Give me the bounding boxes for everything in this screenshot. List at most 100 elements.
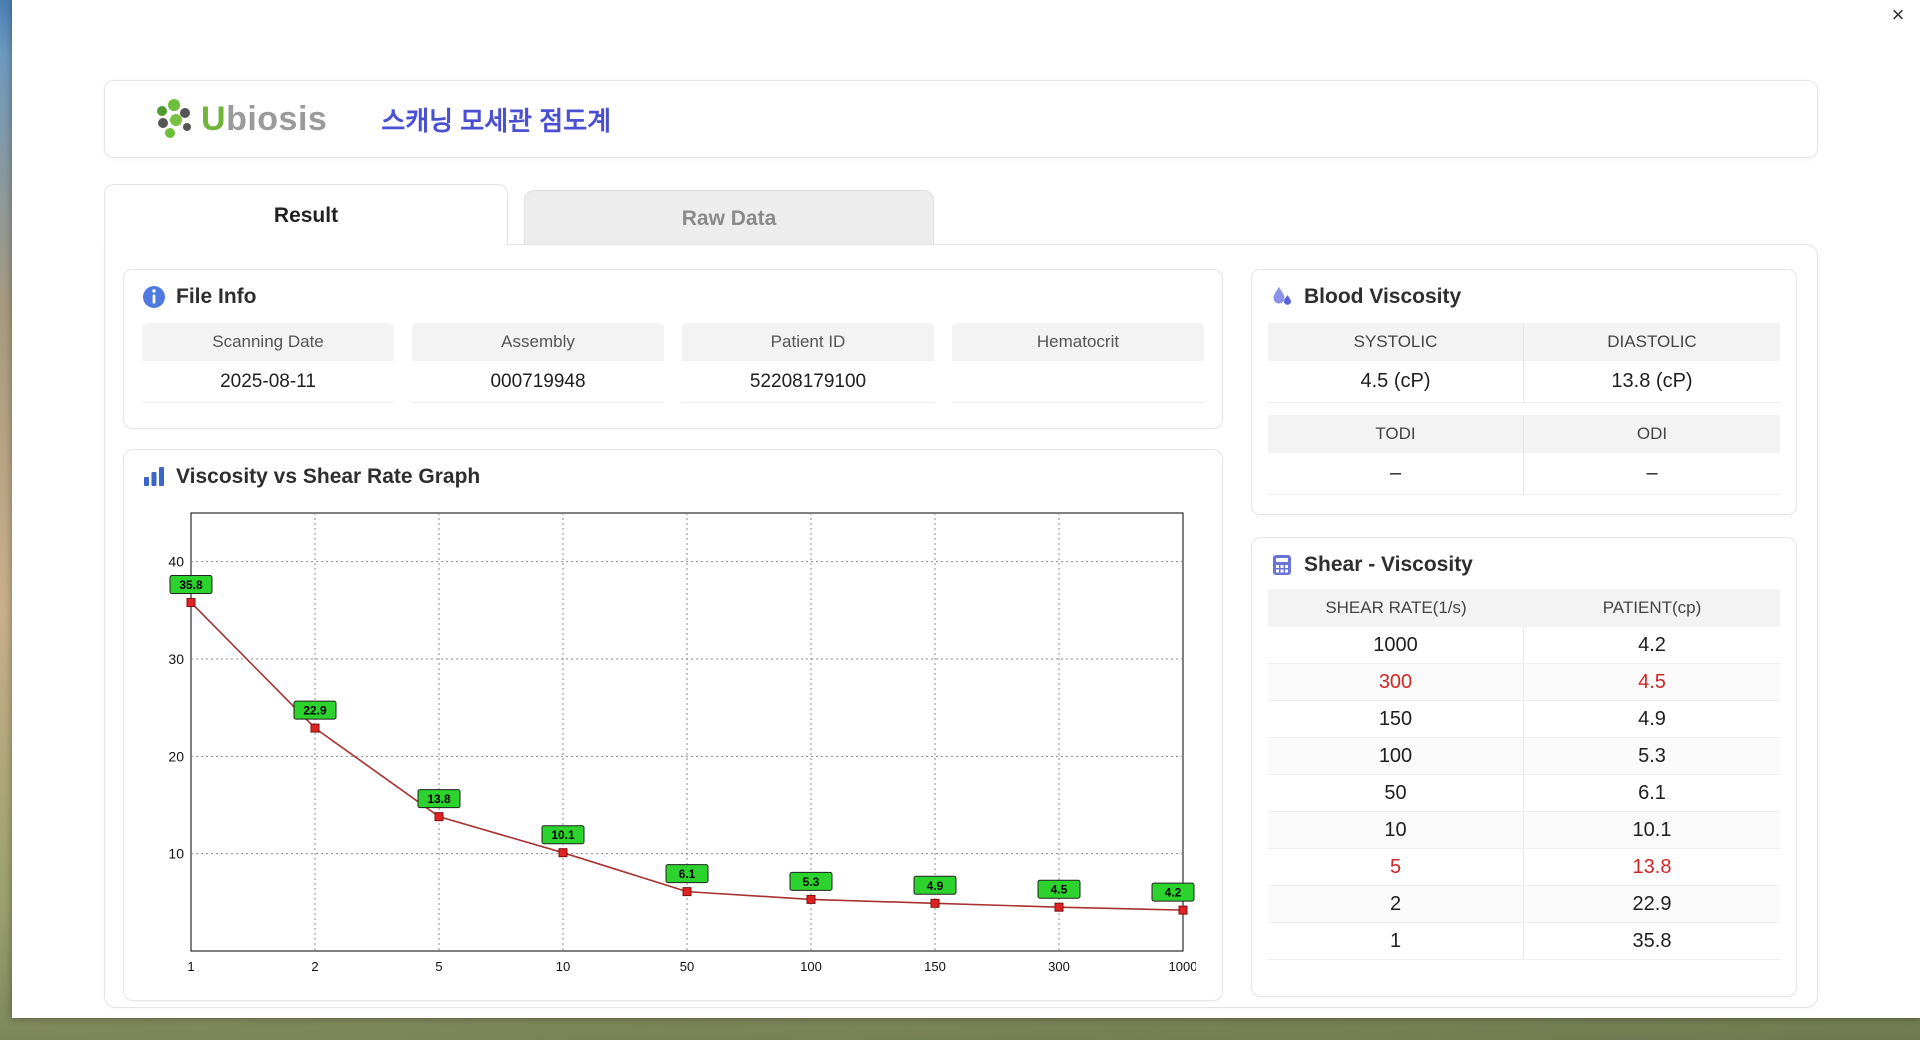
bv-header-row: SYSTOLIC DIASTOLIC: [1268, 323, 1780, 361]
data-point-marker: [186, 598, 196, 608]
close-icon[interactable]: ×: [1884, 2, 1912, 28]
shear-rate-value: 5: [1268, 849, 1524, 886]
todi-value: –: [1268, 453, 1524, 495]
shear-table-head: SHEAR RATE(1/s) PATIENT(cp): [1268, 589, 1780, 627]
shear-viscosity-card: Shear - Viscosity SHEAR RATE(1/s) PATIEN…: [1251, 537, 1797, 997]
data-point-marker: [1178, 905, 1188, 915]
shear-table-row: 1 35.8: [1268, 923, 1780, 960]
shear-table-row: 2 22.9: [1268, 886, 1780, 923]
brand-first-letter: U: [201, 99, 227, 138]
diastolic-label: DIASTOLIC: [1607, 332, 1697, 351]
x-tick-label: 100: [800, 959, 822, 974]
logo-dots-icon: [157, 99, 191, 138]
field-scanning-date: Scanning Date 2025-08-11: [142, 323, 394, 403]
shear-rate-value: 300: [1268, 664, 1524, 701]
field-patient-id: Patient ID 52208179100: [682, 323, 934, 403]
data-point-marker: [806, 894, 816, 904]
shear-table-row: 10 10.1: [1268, 812, 1780, 849]
field-value: [952, 361, 1204, 403]
field-label: Assembly: [412, 323, 664, 361]
patient-viscosity-value: 4.2: [1524, 627, 1780, 664]
shear-rate-value: 10: [1268, 812, 1524, 849]
field-label: Patient ID: [682, 323, 934, 361]
blood-viscosity-header: Blood Viscosity: [1252, 270, 1796, 319]
chart-point-label: 5.3: [803, 875, 820, 889]
systolic-value: 4.5 (cP): [1268, 361, 1524, 403]
odi-value: –: [1524, 453, 1780, 495]
shear-table-row: 50 6.1: [1268, 775, 1780, 812]
shear-rate-value: 100: [1268, 738, 1524, 775]
field-value: 52208179100: [682, 361, 934, 403]
tab-result-label: Result: [273, 203, 339, 227]
ubiosis-logo: Ubiosis: [149, 96, 327, 142]
graph-header: Viscosity vs Shear Rate Graph: [124, 450, 1222, 499]
shear-table: SHEAR RATE(1/s) PATIENT(cp) 1000 4.2 300 4.…: [1268, 589, 1780, 960]
systolic-label: SYSTOLIC: [1268, 323, 1524, 361]
shear-table-row: 100 5.3: [1268, 738, 1780, 775]
x-tick-label: 300: [1048, 959, 1070, 974]
y-tick-label: 20: [168, 748, 184, 764]
shear-rate-value: 150: [1268, 701, 1524, 738]
patient-viscosity-value: 4.9: [1524, 701, 1780, 738]
graph-card: Viscosity vs Shear Rate Graph 10 20 30 40 1 2…: [123, 449, 1223, 1001]
result-panel: File Info Scanning Date 2025-08-11 Assem…: [104, 244, 1818, 1008]
shear-rate-column-header: SHEAR RATE(1/s): [1325, 598, 1467, 617]
shear-viscosity-header: Shear - Viscosity: [1252, 538, 1796, 587]
patient-viscosity-value: 22.9: [1524, 886, 1780, 923]
shear-table-row: 1000 4.2: [1268, 627, 1780, 664]
shear-rate-value: 1000: [1268, 627, 1524, 664]
shear-rate-value: 50: [1268, 775, 1524, 812]
shear-rate-value: 2: [1268, 886, 1524, 923]
data-point-marker: [1054, 902, 1064, 912]
patient-column-header: PATIENT(cp): [1602, 598, 1702, 617]
blood-viscosity-table: SYSTOLIC DIASTOLIC 4.5 (cP) 13.8 (cP) TO…: [1268, 323, 1780, 495]
y-tick-label: 10: [168, 846, 184, 862]
patient-viscosity-value: 4.5: [1524, 664, 1780, 701]
shear-table-body: 1000 4.2 300 4.5 150 4.9 100 5.3 50 6.1 10 10.1 5 13.…: [1268, 627, 1780, 960]
chart-point-label: 35.8: [179, 578, 203, 592]
field-label: Hematocrit: [952, 323, 1204, 361]
file-info-title: File Info: [176, 285, 257, 308]
x-tick-label: 150: [924, 959, 946, 974]
info-icon: [143, 286, 165, 308]
y-tick-label: 30: [168, 651, 184, 667]
data-point-marker: [682, 887, 692, 897]
blood-viscosity-title: Blood Viscosity: [1304, 285, 1462, 308]
shear-viscosity-title: Shear - Viscosity: [1304, 553, 1473, 576]
app-title: 스캐닝 모세관 점도계: [381, 105, 612, 136]
field-value: 2025-08-11: [142, 361, 394, 403]
bar-chart-icon: [144, 467, 164, 486]
shear-rate-value: 1: [1268, 923, 1524, 960]
shear-table-row: 300 4.5: [1268, 664, 1780, 701]
todi-label: TODI: [1268, 415, 1524, 453]
odi-label: ODI: [1636, 424, 1668, 443]
header-card: Ubiosis 스캐닝 모세관 점도계: [104, 80, 1818, 158]
app-window: × Ubiosis 스캐닝 모세관 점도계 Result Raw Data Fi…: [12, 0, 1920, 1018]
data-point-marker: [310, 723, 320, 733]
field-value: 000719948: [412, 361, 664, 403]
brand-rest: biosis: [226, 99, 328, 138]
data-point-marker: [558, 848, 568, 858]
water-drop-icon: [1273, 287, 1291, 305]
patient-viscosity-value: 13.8: [1524, 849, 1780, 886]
shear-table-row: 150 4.9: [1268, 701, 1780, 738]
brand-name: Ubiosis: [201, 100, 327, 139]
data-point-marker: [434, 812, 444, 822]
chart-point-label: 10.1: [551, 828, 575, 842]
chart-point-label: 6.1: [679, 867, 696, 881]
field-assembly: Assembly 000719948: [412, 323, 664, 403]
y-tick-label: 40: [168, 554, 184, 570]
x-tick-label: 1000: [1169, 959, 1196, 974]
tab-result[interactable]: Result: [104, 184, 508, 246]
file-info-header: File Info: [124, 270, 1222, 319]
file-info-fields: Scanning Date 2025-08-11 Assembly 000719…: [124, 319, 1222, 403]
chart-wrap: 10 20 30 40 1 2 5 10 50 100 150 300 1000 35.8 22.9 13.8…: [146, 503, 1222, 988]
chart-point-label: 4.2: [1165, 886, 1182, 900]
chart-point-label: 22.9: [303, 704, 327, 718]
bv-value-row: 4.5 (cP) 13.8 (cP): [1268, 361, 1780, 403]
x-tick-label: 5: [435, 959, 442, 974]
field-label: Scanning Date: [142, 323, 394, 361]
shear-table-row: 5 13.8: [1268, 849, 1780, 886]
tab-raw-data[interactable]: Raw Data: [524, 190, 934, 246]
x-tick-label: 2: [311, 959, 318, 974]
